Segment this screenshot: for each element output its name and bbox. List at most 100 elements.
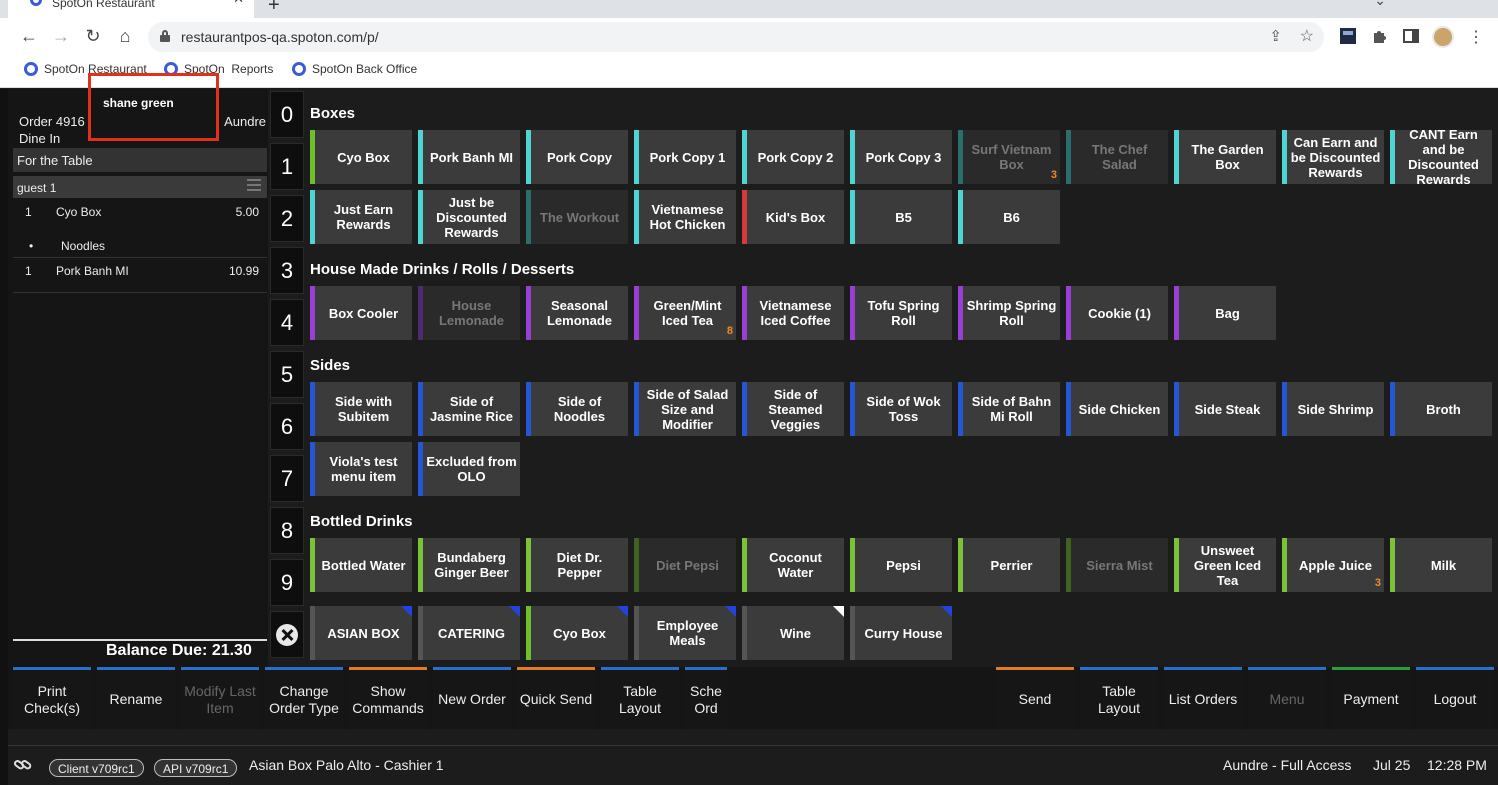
menu-item-button[interactable]: Box Cooler	[310, 286, 412, 340]
command-button[interactable]: Table Layout	[601, 667, 679, 729]
browser-tab[interactable]: SpotOn Restaurant ✕	[8, 0, 254, 18]
order-line-item[interactable]: 1 Cyo Box 5.00	[13, 205, 267, 225]
close-tab-icon[interactable]: ✕	[233, 0, 244, 5]
menu-item-button[interactable]: Side of Wok Toss	[850, 382, 952, 436]
menu-item-button[interactable]: Side of Bahn Mi Roll	[958, 382, 1060, 436]
number-key-1[interactable]: 1	[270, 143, 304, 190]
menu-item-button[interactable]: Side of Salad Size and Modifier	[634, 382, 736, 436]
command-button[interactable]: Send	[996, 667, 1074, 729]
command-button[interactable]: Modify Last Item	[181, 667, 259, 729]
menu-item-button[interactable]: Curry House	[850, 606, 952, 660]
command-button[interactable]: Sche Ord	[685, 667, 727, 729]
number-key-7[interactable]: 7	[270, 455, 304, 502]
menu-item-button[interactable]: Can Earn and be Discounted Rewards	[1282, 130, 1384, 184]
address-bar[interactable]: restaurantpos-qa.spoton.com/p/ ⇪ ☆	[148, 22, 1324, 52]
menu-item-button[interactable]: Side of Jasmine Rice	[418, 382, 520, 436]
menu-item-button[interactable]: Milk	[1390, 538, 1492, 592]
bookmark-spoton-back-office[interactable]: SpotOn Back Office	[292, 62, 417, 78]
menu-item-button[interactable]: Pork Copy 2	[742, 130, 844, 184]
menu-item-button[interactable]: B5	[850, 190, 952, 244]
new-tab-icon[interactable]: +	[268, 0, 280, 17]
forward-arrow-icon[interactable]: →	[50, 26, 72, 47]
menu-item-button[interactable]: Side Steak	[1174, 382, 1276, 436]
menu-item-button[interactable]: Green/Mint Iced Tea 8	[634, 286, 736, 340]
menu-item-button[interactable]: The Workout	[526, 190, 628, 244]
menu-item-button[interactable]: Seasonal Lemonade	[526, 286, 628, 340]
number-key-2[interactable]: 2	[270, 195, 304, 242]
command-button[interactable]: New Order	[433, 667, 511, 729]
menu-item-button[interactable]: Pork Copy 1	[634, 130, 736, 184]
for-the-table-header[interactable]: For the Table	[13, 148, 267, 172]
profile-avatar[interactable]	[1432, 26, 1454, 48]
hamburger-menu-icon[interactable]	[247, 179, 261, 194]
number-key-3[interactable]: 3	[270, 247, 304, 294]
menu-item-button[interactable]: Wine	[742, 606, 844, 660]
menu-item-button[interactable]: Just be Discounted Rewards	[418, 190, 520, 244]
number-key-4[interactable]: 4	[270, 299, 304, 346]
menu-item-button[interactable]: Side of Steamed Veggies	[742, 382, 844, 436]
number-key-5[interactable]: 5	[270, 351, 304, 398]
menu-item-button[interactable]: CATERING	[418, 606, 520, 660]
menu-item-button[interactable]: House Lemonade	[418, 286, 520, 340]
menu-item-button[interactable]: The Chef Salad	[1066, 130, 1168, 184]
menu-item-button[interactable]: Side Shrimp	[1282, 382, 1384, 436]
number-key-6[interactable]: 6	[270, 403, 304, 450]
menu-item-button[interactable]: Viola's test menu item	[310, 442, 412, 496]
menu-item-button[interactable]: Side Chicken	[1066, 382, 1168, 436]
menu-item-button[interactable]: Bundaberg Ginger Beer	[418, 538, 520, 592]
extension-icon[interactable]	[1339, 27, 1357, 45]
command-button[interactable]: List Orders	[1164, 667, 1242, 729]
reload-icon[interactable]: ↻	[82, 26, 104, 47]
menu-item-button[interactable]: Cookie (1)	[1066, 286, 1168, 340]
side-panel-icon[interactable]	[1402, 27, 1420, 45]
menu-item-button[interactable]: Side with Subitem	[310, 382, 412, 436]
menu-item-button[interactable]: Coconut Water	[742, 538, 844, 592]
menu-item-button[interactable]: Broth	[1390, 382, 1492, 436]
menu-item-button[interactable]: Surf Vietnam Box 3	[958, 130, 1060, 184]
clear-key[interactable]	[270, 611, 304, 658]
menu-item-button[interactable]: Diet Dr. Pepper	[526, 538, 628, 592]
command-button[interactable]: Logout	[1416, 667, 1494, 729]
menu-item-button[interactable]: Cyo Box	[526, 606, 628, 660]
menu-item-button[interactable]: Side of Noodles	[526, 382, 628, 436]
puzzle-extensions-icon[interactable]	[1371, 27, 1389, 45]
menu-item-button[interactable]: Bag	[1174, 286, 1276, 340]
menu-item-button[interactable]: Diet Pepsi	[634, 538, 736, 592]
command-button[interactable]: Payment	[1332, 667, 1410, 729]
tab-search-chevron-icon[interactable]: ⌄	[1374, 0, 1386, 9]
command-button[interactable]: Print Check(s)	[13, 667, 91, 729]
order-type[interactable]: Dine In	[19, 131, 60, 146]
number-key-9[interactable]: 9	[270, 559, 304, 606]
menu-item-button[interactable]: Tofu Spring Roll	[850, 286, 952, 340]
command-button[interactable]: Change Order Type	[265, 667, 343, 729]
menu-item-button[interactable]: Apple Juice 3	[1282, 538, 1384, 592]
menu-item-button[interactable]: Vietnamese Iced Coffee	[742, 286, 844, 340]
command-button[interactable]: Quick Send	[517, 667, 595, 729]
menu-item-button[interactable]: Kid's Box	[742, 190, 844, 244]
bookmark-star-icon[interactable]: ☆	[1300, 26, 1314, 46]
chrome-menu-icon[interactable]: ⋮	[1468, 27, 1484, 47]
menu-item-button[interactable]: Pork Banh MI	[418, 130, 520, 184]
number-key-8[interactable]: 8	[270, 507, 304, 554]
command-button[interactable]: Menu	[1248, 667, 1326, 729]
command-button[interactable]: Rename	[97, 667, 175, 729]
menu-item-button[interactable]: CANT Earn and be Discounted Rewards	[1390, 130, 1492, 184]
menu-item-button[interactable]: Perrier	[958, 538, 1060, 592]
menu-item-button[interactable]: ASIAN BOX	[310, 606, 412, 660]
share-icon[interactable]: ⇪	[1269, 27, 1282, 45]
menu-item-button[interactable]: Unsweet Green Iced Tea	[1174, 538, 1276, 592]
menu-item-button[interactable]: Pepsi	[850, 538, 952, 592]
menu-item-button[interactable]: Bottled Water	[310, 538, 412, 592]
guest-header[interactable]: guest 1	[13, 176, 267, 198]
back-arrow-icon[interactable]: ←	[18, 26, 40, 47]
order-line-item[interactable]: 1 Pork Banh MI 10.99	[13, 264, 267, 284]
menu-item-button[interactable]: Shrimp Spring Roll	[958, 286, 1060, 340]
command-button[interactable]: Table Layout	[1080, 667, 1158, 729]
number-key-0[interactable]: 0	[270, 91, 304, 138]
menu-item-button[interactable]: Pork Copy	[526, 130, 628, 184]
menu-item-button[interactable]: Sierra Mist	[1066, 538, 1168, 592]
home-icon[interactable]: ⌂	[114, 26, 136, 47]
menu-item-button[interactable]: B6	[958, 190, 1060, 244]
command-button[interactable]: Show Commands	[349, 667, 427, 729]
menu-item-button[interactable]: The Garden Box	[1174, 130, 1276, 184]
